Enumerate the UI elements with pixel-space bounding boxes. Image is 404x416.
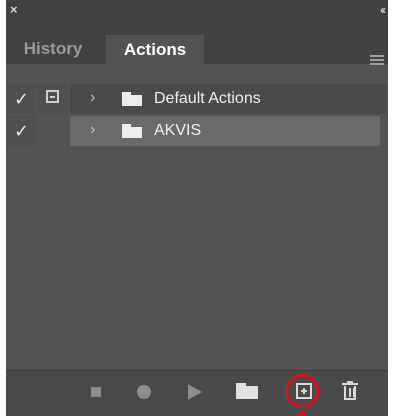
close-icon[interactable]: × [10,2,18,18]
folder-icon [122,92,142,106]
action-set-label: AKVIS [154,122,202,139]
trash-icon[interactable] [342,381,358,400]
action-set-row-body[interactable]: › Default Actions [70,84,386,114]
action-set-row-body[interactable]: › AKVIS [70,116,380,146]
list-item-default-actions[interactable]: ✓ › Default Actions [6,84,388,116]
tab-actions-label: Actions [123,40,187,59]
panel-titlebar: × ‹‹ [6,0,388,22]
chevron-right-icon[interactable]: › [90,118,95,142]
toggle-item-cell[interactable]: ✓ [6,84,36,114]
dialog-toggle-icon[interactable] [46,90,59,103]
new-action-icon[interactable] [296,383,312,399]
action-set-label: Default Actions [154,90,261,107]
collapse-icon[interactable]: ‹‹ [380,2,386,18]
list-item-akvis[interactable]: ✓ › AKVIS [6,116,388,148]
dialog-toggle-cell[interactable] [38,84,68,114]
play-icon[interactable] [188,384,202,400]
chevron-right-icon[interactable]: › [90,86,95,110]
new-set-icon[interactable] [236,383,258,399]
tab-history-label: History [23,39,83,58]
dialog-toggle-cell[interactable] [38,116,68,146]
toggle-item-cell[interactable]: ✓ [6,116,36,146]
tab-history[interactable]: History [6,34,100,64]
record-icon[interactable] [137,385,151,399]
panel-menu-icon[interactable] [370,55,384,67]
tab-actions[interactable]: Actions [106,35,204,87]
highlight-pointer [298,411,306,416]
panel-tab-bar: History Actions [6,22,388,87]
actions-toolbar [6,370,388,416]
check-icon[interactable]: ✓ [14,88,29,110]
check-icon[interactable]: ✓ [14,120,29,142]
stop-icon[interactable] [91,387,101,397]
folder-icon [122,124,142,138]
actions-panel: × ‹‹ History Actions ✓ › Default Actions… [6,0,388,416]
